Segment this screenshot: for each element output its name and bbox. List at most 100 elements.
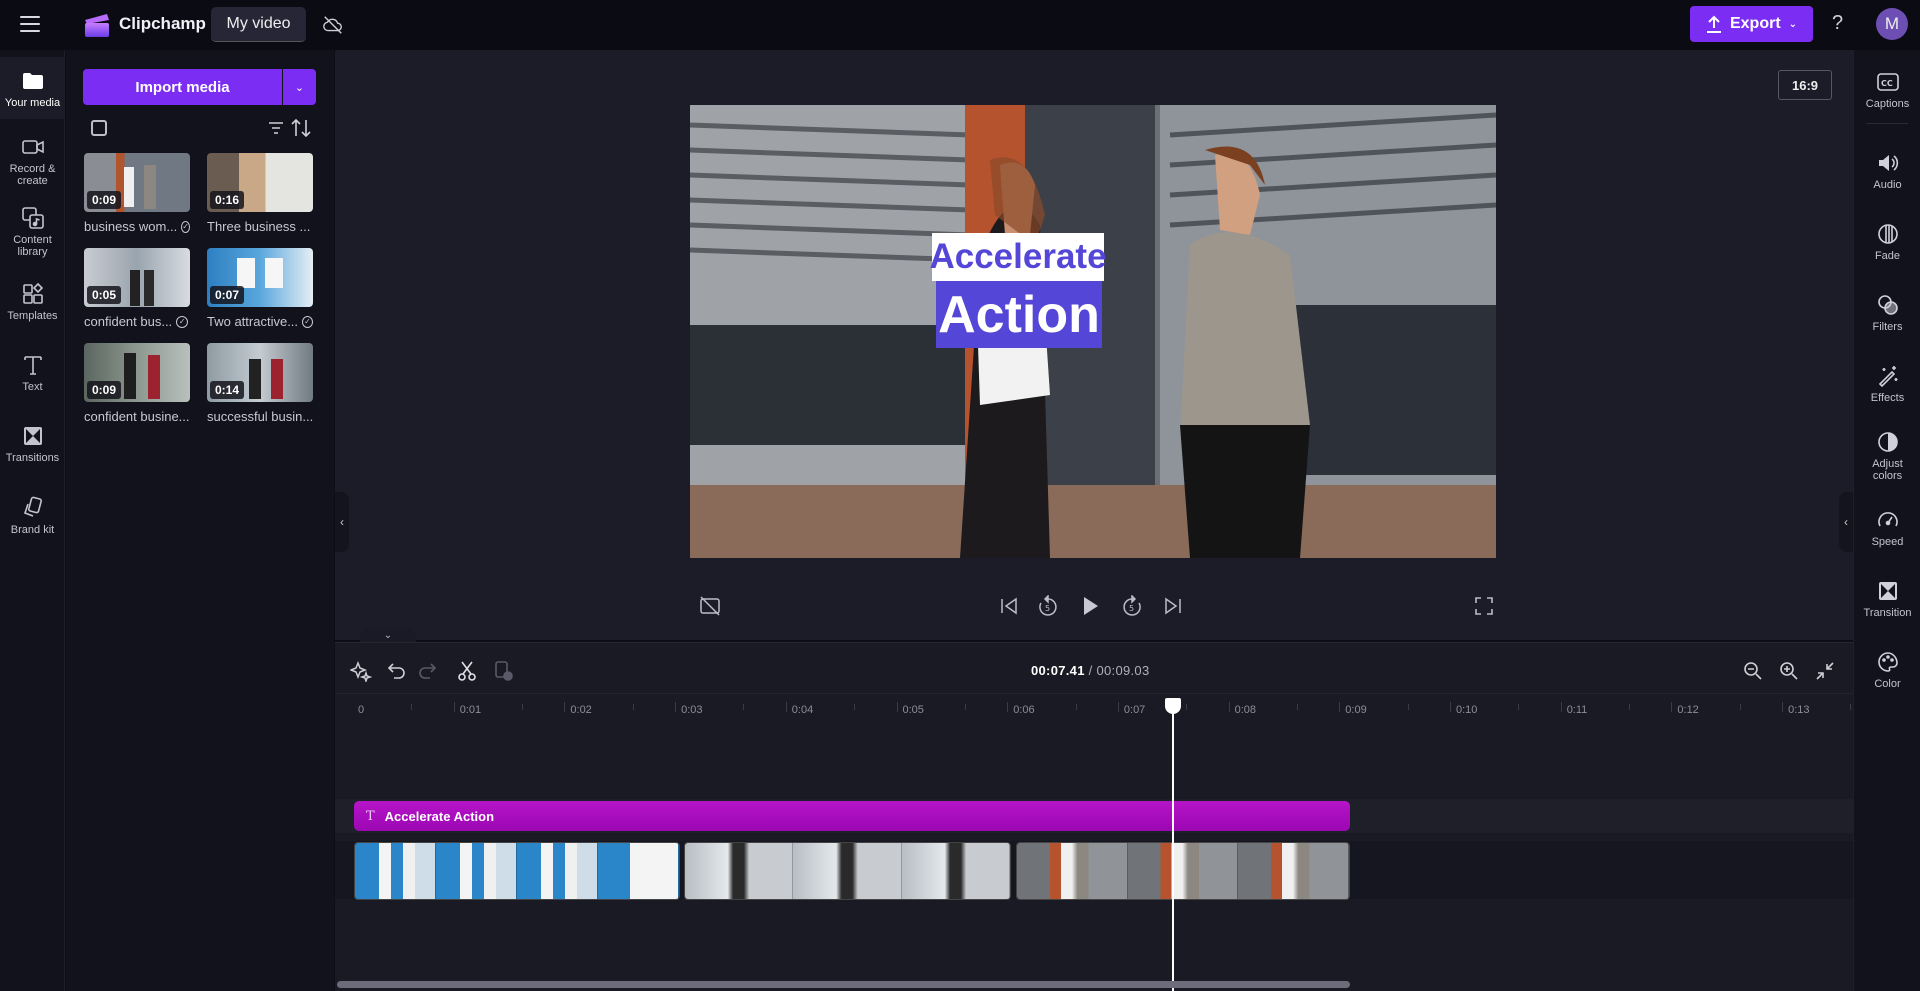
panel-effects[interactable]: Effects xyxy=(1854,364,1920,404)
import-options-button[interactable]: ⌄ xyxy=(283,69,316,105)
menu-icon[interactable] xyxy=(20,16,40,32)
fullscreen-icon xyxy=(1475,597,1493,615)
ruler-label: 0:09 xyxy=(1345,704,1367,716)
panel-transition[interactable]: Transition xyxy=(1854,579,1920,619)
ruler-tick xyxy=(1075,704,1077,710)
ruler-tick xyxy=(1228,702,1230,712)
panel-label: Color xyxy=(1874,678,1901,690)
ruler-tick xyxy=(564,702,566,712)
current-time: 00:07.41 xyxy=(1031,663,1085,678)
media-name: business wom... xyxy=(84,219,178,234)
text-clip-label: Accelerate Action xyxy=(384,808,495,824)
panel-label: Fade xyxy=(1874,250,1901,262)
sort-icon[interactable] xyxy=(290,117,312,139)
video-clip[interactable] xyxy=(1016,842,1350,900)
check-circle-icon: ✓ xyxy=(181,220,190,233)
media-thumbnail: 0:05 xyxy=(84,248,190,307)
zoom-out-icon[interactable] xyxy=(1742,660,1764,682)
split-scissors-icon[interactable] xyxy=(456,660,478,682)
captions-off-icon xyxy=(700,596,720,616)
duplicate-icon[interactable] xyxy=(492,660,514,682)
collapse-timeline-button[interactable]: ⌄ xyxy=(360,628,416,642)
ruler-tick xyxy=(1186,704,1188,710)
timeline: 00:07.41 / 00:09.03 0 0:01 0:02 0:03 0:04 0:0… xyxy=(335,642,1853,991)
title-overlay-line1[interactable]: Accelerate xyxy=(929,233,1107,281)
content-library-icon xyxy=(21,207,44,229)
sidebar-item-content-library[interactable]: Content library xyxy=(0,206,65,258)
aspect-ratio-button[interactable]: 16:9 xyxy=(1778,70,1832,100)
media-item[interactable]: 0:09 business wom... ✓ xyxy=(84,153,190,234)
sidebar-item-brand-kit[interactable]: Brand kit xyxy=(0,496,65,536)
panel-label: Captions xyxy=(1865,98,1910,110)
video-clip[interactable] xyxy=(684,842,1011,900)
cloud-off-icon[interactable] xyxy=(322,14,344,36)
help-icon[interactable]: ? xyxy=(1832,12,1843,35)
video-preview[interactable]: Accelerate Action xyxy=(690,105,1496,558)
panel-label: Transition xyxy=(1863,607,1912,619)
project-name-button[interactable]: My video xyxy=(211,7,306,42)
panel-color[interactable]: Color xyxy=(1854,650,1920,690)
ruler-tick xyxy=(1560,702,1562,712)
sidebar-item-record-create[interactable]: Record & create xyxy=(0,135,65,187)
sidebar-item-templates[interactable]: Templates xyxy=(0,282,65,322)
select-all-checkbox[interactable] xyxy=(91,120,107,136)
panel-speed[interactable]: Speed xyxy=(1854,508,1920,548)
media-thumbnail: 0:09 xyxy=(84,153,190,212)
fade-icon xyxy=(1877,224,1898,244)
rewind-5-button[interactable]: 5 xyxy=(1037,595,1059,617)
fit-timeline-icon[interactable] xyxy=(1814,660,1836,682)
ruler-label: 0:13 xyxy=(1788,704,1810,716)
collapse-media-panel-button[interactable]: ‹ xyxy=(335,492,349,552)
panel-audio[interactable]: Audio xyxy=(1854,151,1920,191)
audio-icon xyxy=(1878,155,1898,171)
text-clip[interactable]: T Accelerate Action xyxy=(354,801,1350,831)
skip-to-start-button[interactable] xyxy=(998,595,1020,617)
media-item[interactable]: 0:14 successful busin... xyxy=(207,343,313,424)
title-overlay-line2[interactable]: Action xyxy=(936,281,1102,348)
ruler-label: 0:03 xyxy=(681,704,703,716)
forward-5-button[interactable]: 5 xyxy=(1121,595,1143,617)
svg-text:5: 5 xyxy=(1045,604,1050,613)
avatar[interactable]: M xyxy=(1876,8,1908,40)
collapse-properties-button[interactable]: ‹ xyxy=(1839,492,1853,552)
media-item[interactable]: 0:05 confident bus... ✓ xyxy=(84,248,190,329)
timeline-ruler[interactable]: 0 0:01 0:02 0:03 0:04 0:05 0:06 0:07 0:08 0:09 0:1… xyxy=(335,693,1853,723)
video-clip[interactable] xyxy=(354,842,680,900)
undo-icon[interactable] xyxy=(386,660,408,682)
playhead[interactable] xyxy=(1172,698,1174,991)
media-item[interactable]: 0:09 confident busine... xyxy=(84,343,190,424)
timeline-scrollbar[interactable] xyxy=(337,981,1350,988)
redo-icon[interactable] xyxy=(416,660,438,682)
sidebar-item-text[interactable]: Text xyxy=(0,353,65,393)
skip-to-end-button[interactable] xyxy=(1162,595,1184,617)
media-item[interactable]: 0:16 Three business ... xyxy=(207,153,313,234)
ruler-label: 0:06 xyxy=(1013,704,1035,716)
playhead-handle[interactable] xyxy=(1165,698,1181,714)
text-icon: T xyxy=(366,808,375,824)
check-circle-icon: ✓ xyxy=(176,315,189,328)
filter-icon[interactable] xyxy=(267,119,285,137)
export-button[interactable]: Export ⌄ xyxy=(1690,6,1813,42)
captions-off-button[interactable] xyxy=(699,595,721,617)
media-item[interactable]: 0:07 Two attractive... ✓ xyxy=(207,248,313,329)
media-name: Two attractive... xyxy=(207,314,299,329)
ruler-tick xyxy=(854,704,856,710)
import-media-button[interactable]: Import media xyxy=(83,69,282,105)
filters-icon xyxy=(1877,295,1898,315)
panel-filters[interactable]: Filters xyxy=(1854,293,1920,333)
forward-5-icon: 5 xyxy=(1123,595,1141,616)
sidebar-item-your-media[interactable]: Your media xyxy=(0,57,65,119)
media-panel: Import media ⌄ 0:09 business wom... ✓ 0:1… xyxy=(66,50,334,991)
panel-captions[interactable]: CC Captions xyxy=(1854,70,1920,110)
zoom-in-icon[interactable] xyxy=(1778,660,1800,682)
sidebar-item-transitions[interactable]: Transitions xyxy=(0,424,65,464)
timecode: 00:07.41 / 00:09.03 xyxy=(1031,663,1150,678)
svg-text:5: 5 xyxy=(1129,604,1134,613)
ruler-tick xyxy=(411,704,413,710)
fullscreen-button[interactable] xyxy=(1473,595,1495,617)
ruler-tick xyxy=(453,702,455,712)
play-button[interactable] xyxy=(1079,595,1101,617)
panel-fade[interactable]: Fade xyxy=(1854,222,1920,262)
panel-adjust-colors[interactable]: Adjust colors xyxy=(1854,430,1920,482)
magic-sparkle-icon[interactable] xyxy=(350,660,372,682)
